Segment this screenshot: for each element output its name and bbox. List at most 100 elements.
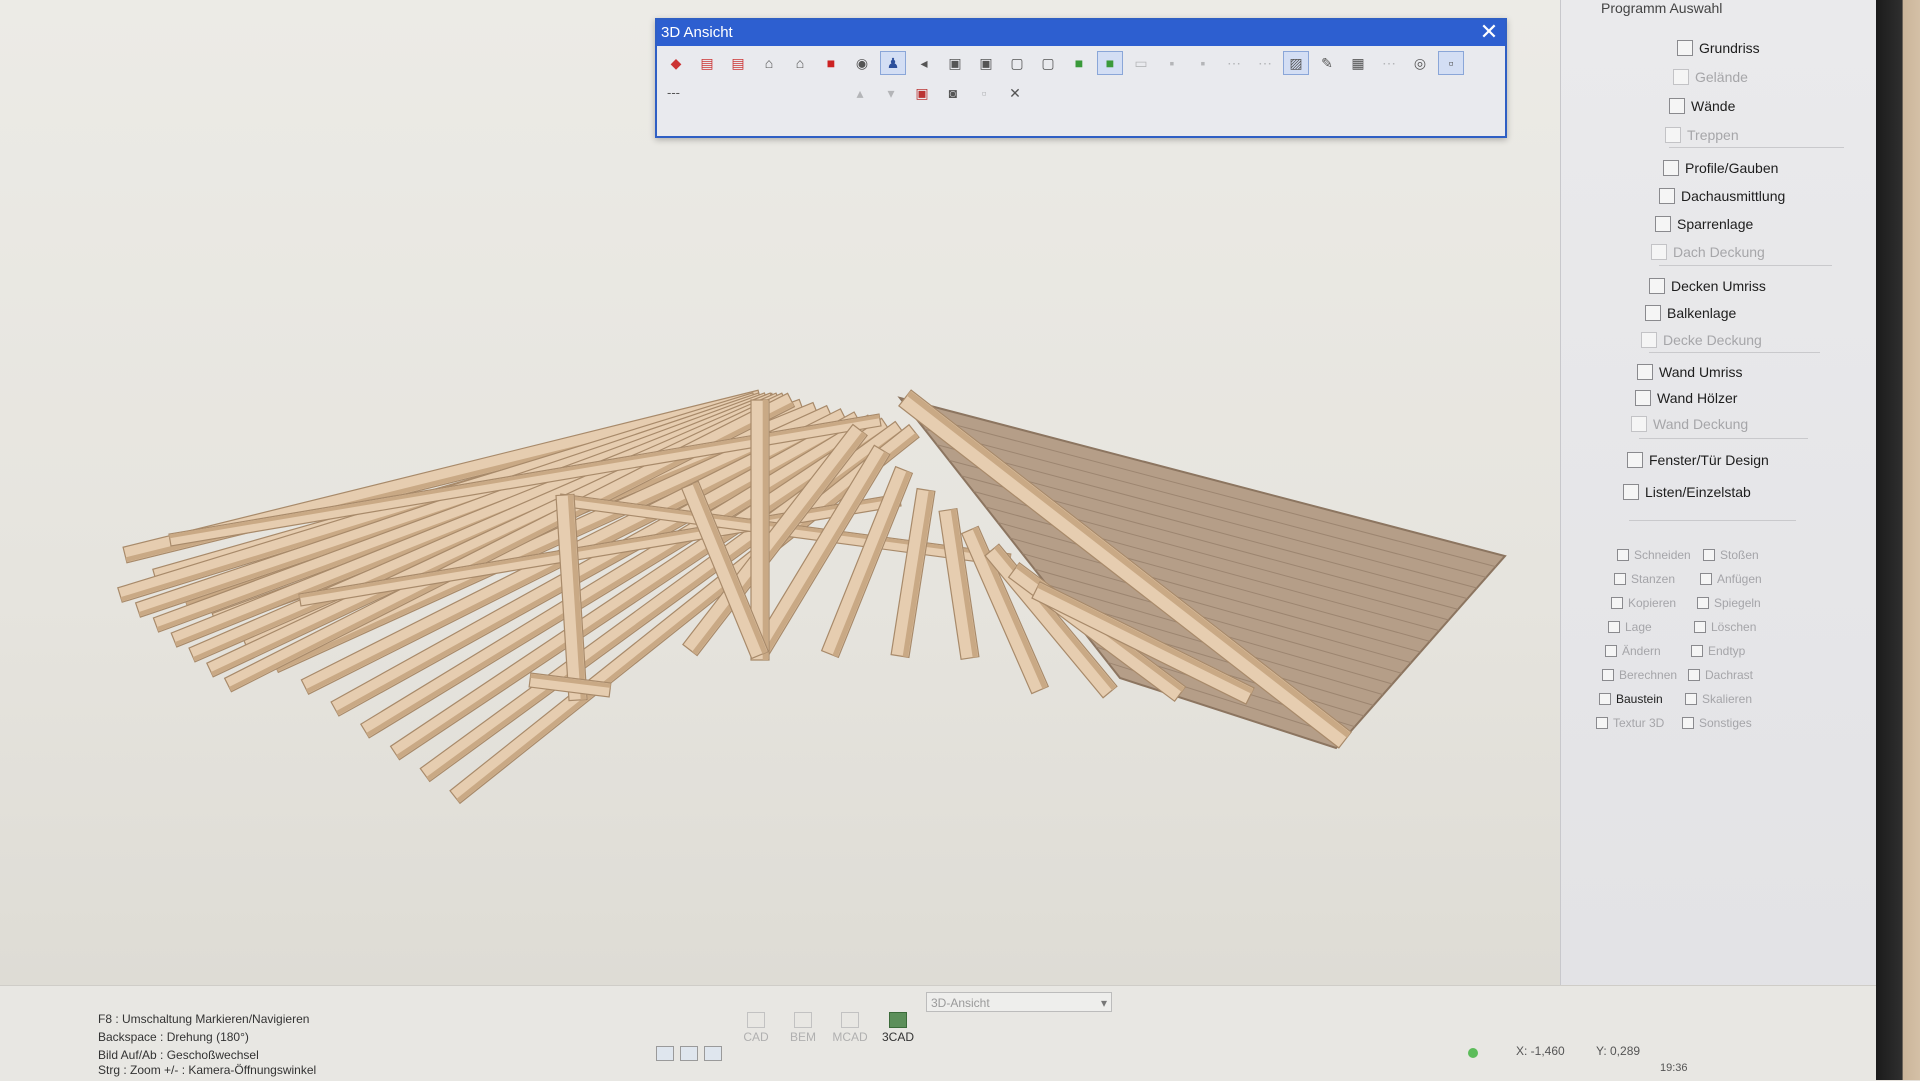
status-indicator-icon (1468, 1048, 1478, 1058)
tool-icon (1694, 621, 1706, 633)
tool-icon (1608, 621, 1620, 633)
cube-wire-icon[interactable]: ▣ (942, 51, 968, 75)
tool-berechnen: Berechnen (1602, 668, 1677, 682)
menu-item-label: Balkenlage (1667, 305, 1737, 321)
menu-item-wand-umriss[interactable]: Wand Umriss (1637, 364, 1743, 380)
green-cube-sel-icon[interactable]: ■ (1097, 51, 1123, 75)
menu-item-icon (1631, 416, 1647, 432)
menu-item-icon (1665, 127, 1681, 143)
tool-label: Anfügen (1717, 572, 1762, 586)
hatch-icon[interactable]: ▨ (1283, 51, 1309, 75)
tool-icon (1703, 549, 1715, 561)
house-outline-icon[interactable]: ⌂ (787, 51, 813, 75)
tool-icon (1691, 645, 1703, 657)
toolbar-row-1: ◆ ▤ ▤ ⌂ ⌂ ■ ◉ ♟ ◂ ▣ ▣ ▢ ▢ ■ ■ ▭ ▪ ▪ ⋯ ⋯ ▨ ✎ ▦ ⋯ ◎ ▫ (663, 50, 1469, 76)
menu-item-sparrenlage[interactable]: Sparrenlage (1655, 216, 1753, 232)
menu-item-balkenlage[interactable]: Balkenlage (1645, 305, 1736, 321)
tool-label: Kopieren (1628, 596, 1677, 610)
camera-icon[interactable]: ◙ (940, 81, 966, 105)
dots3-icon: ⋯ (1382, 54, 1396, 71)
menu-item-label: Dach Deckung (1673, 244, 1765, 260)
walk-icon[interactable]: ♟ (880, 51, 906, 75)
menu-item-listen-einzelstab[interactable]: Listen/Einzelstab (1623, 484, 1751, 500)
cube-top-icon[interactable]: ▢ (1035, 51, 1061, 75)
tool-spiegeln: Spiegeln (1697, 596, 1761, 610)
menu-item-fenster-tür-design[interactable]: Fenster/Tür Design (1627, 452, 1769, 468)
save-red-icon[interactable]: ▣ (909, 81, 935, 105)
menu-item-grundriss[interactable]: Grundriss (1677, 40, 1760, 56)
panel-header: Programm Auswahl (1601, 0, 1723, 16)
close-x-icon[interactable]: ✕ (1002, 81, 1028, 105)
menu-item-label: Fenster/Tür Design (1649, 452, 1769, 468)
dots2-icon: ⋯ (1258, 54, 1272, 71)
hint-line: Strg : Zoom +/- : Kamera-Öffnungswinkel (98, 1063, 317, 1077)
cube-grid-icon[interactable]: ▦ (1345, 51, 1371, 75)
mode-bem-button[interactable]: BEM (783, 1012, 823, 1044)
red-box-n-icon[interactable]: ▤ (694, 51, 720, 75)
3d-view-dialog[interactable]: 3D Ansicht ✕ ◆ ▤ ▤ ⌂ ⌂ ■ ◉ ♟ ◂ ▣ ▣ ▢ ▢ ■ ■ ▭ ▪ ▪ ⋯ ⋯ ▨ ✎ ▦ ⋯ ◎ ▫ … (655, 18, 1507, 138)
menu-item-decken-umriss[interactable]: Decken Umriss (1649, 278, 1766, 294)
extra-icon[interactable]: ▫ (1438, 51, 1464, 75)
camera-small-icon[interactable] (656, 1046, 674, 1061)
house-icon[interactable]: ⌂ (756, 51, 782, 75)
mode-mcad-button[interactable]: MCAD (830, 1012, 870, 1044)
tool-icon (1617, 549, 1629, 561)
menu-item-label: Sparrenlage (1677, 216, 1754, 232)
pencil-icon[interactable]: ✎ (1314, 51, 1340, 75)
tool-baustein[interactable]: Baustein (1599, 692, 1663, 706)
window-icon[interactable] (704, 1046, 722, 1061)
menu-separator (1669, 147, 1844, 148)
menu-item-wände[interactable]: Wände (1669, 98, 1735, 114)
sheet-icon: ▭ (1134, 54, 1148, 71)
menu-item-label: Wände (1691, 98, 1736, 114)
monitor-icon[interactable] (680, 1046, 698, 1061)
mode-cad-button[interactable]: CAD (736, 1012, 776, 1044)
camera-dim2-icon: ▪ (1200, 55, 1206, 71)
level-field[interactable]: --- (663, 82, 817, 104)
tool-sonstiges: Sonstiges (1682, 716, 1752, 730)
menu-item-dach-deckung: Dach Deckung (1651, 244, 1765, 260)
menu-item-profile-gauben[interactable]: Profile/Gauben (1663, 160, 1778, 176)
view-select[interactable]: 3D-Ansicht ▾ (926, 992, 1112, 1012)
tool-schneiden: Schneiden (1617, 548, 1691, 562)
tool-stanzen: Stanzen (1614, 572, 1675, 586)
menu-item-label: Wand Deckung (1653, 416, 1749, 432)
coordinate-x: X: -1,460 (1516, 1044, 1565, 1058)
cad-icon (747, 1012, 765, 1028)
dialog-titlebar[interactable]: 3D Ansicht ✕ (657, 20, 1505, 46)
tool-icon (1700, 573, 1712, 585)
close-icon[interactable]: ✕ (1477, 21, 1501, 45)
red-cube-icon[interactable]: ◆ (663, 51, 689, 75)
menu-item-wand-hölzer[interactable]: Wand Hölzer (1635, 390, 1737, 406)
tool-label: Spiegeln (1714, 596, 1761, 610)
menu-item-dachausmittlung[interactable]: Dachausmittlung (1659, 188, 1785, 204)
tool-icon (1688, 669, 1700, 681)
cube-side-icon[interactable]: ▣ (973, 51, 999, 75)
menu-item-label: Dachausmittlung (1681, 188, 1786, 204)
tool-label: Endtyp (1708, 644, 1746, 658)
menu-item-icon (1623, 484, 1639, 500)
mode-3cad-button[interactable]: 3CAD (878, 1012, 918, 1044)
menu-item-icon (1645, 305, 1661, 321)
red-square-icon[interactable]: ■ (818, 51, 844, 75)
menu-item-label: Listen/Einzelstab (1645, 484, 1751, 500)
house-eye-icon[interactable]: ◉ (849, 51, 875, 75)
tool-label: Berechnen (1619, 668, 1678, 682)
roof-3d-model[interactable] (0, 0, 1560, 985)
tool-label: Stoßen (1720, 548, 1759, 562)
tool-icon (1599, 693, 1611, 705)
menu-item-icon (1641, 332, 1657, 348)
menu-item-icon (1663, 160, 1679, 176)
cube-front-icon[interactable]: ▢ (1004, 51, 1030, 75)
menu-item-gelände: Gelände (1673, 69, 1748, 85)
eye-dropdown-icon[interactable]: ◎ (1407, 51, 1433, 75)
dots-icon: ⋯ (1227, 54, 1241, 71)
red-box-s-icon[interactable]: ▤ (725, 51, 751, 75)
menu-item-label: Grundriss (1699, 40, 1760, 56)
arrow-left-icon[interactable]: ◂ (911, 51, 937, 75)
bem-icon (794, 1012, 812, 1028)
mcad-icon (841, 1012, 859, 1028)
3d-viewport[interactable] (0, 0, 1560, 985)
green-cube-icon[interactable]: ■ (1066, 51, 1092, 75)
menu-item-icon (1635, 390, 1651, 406)
